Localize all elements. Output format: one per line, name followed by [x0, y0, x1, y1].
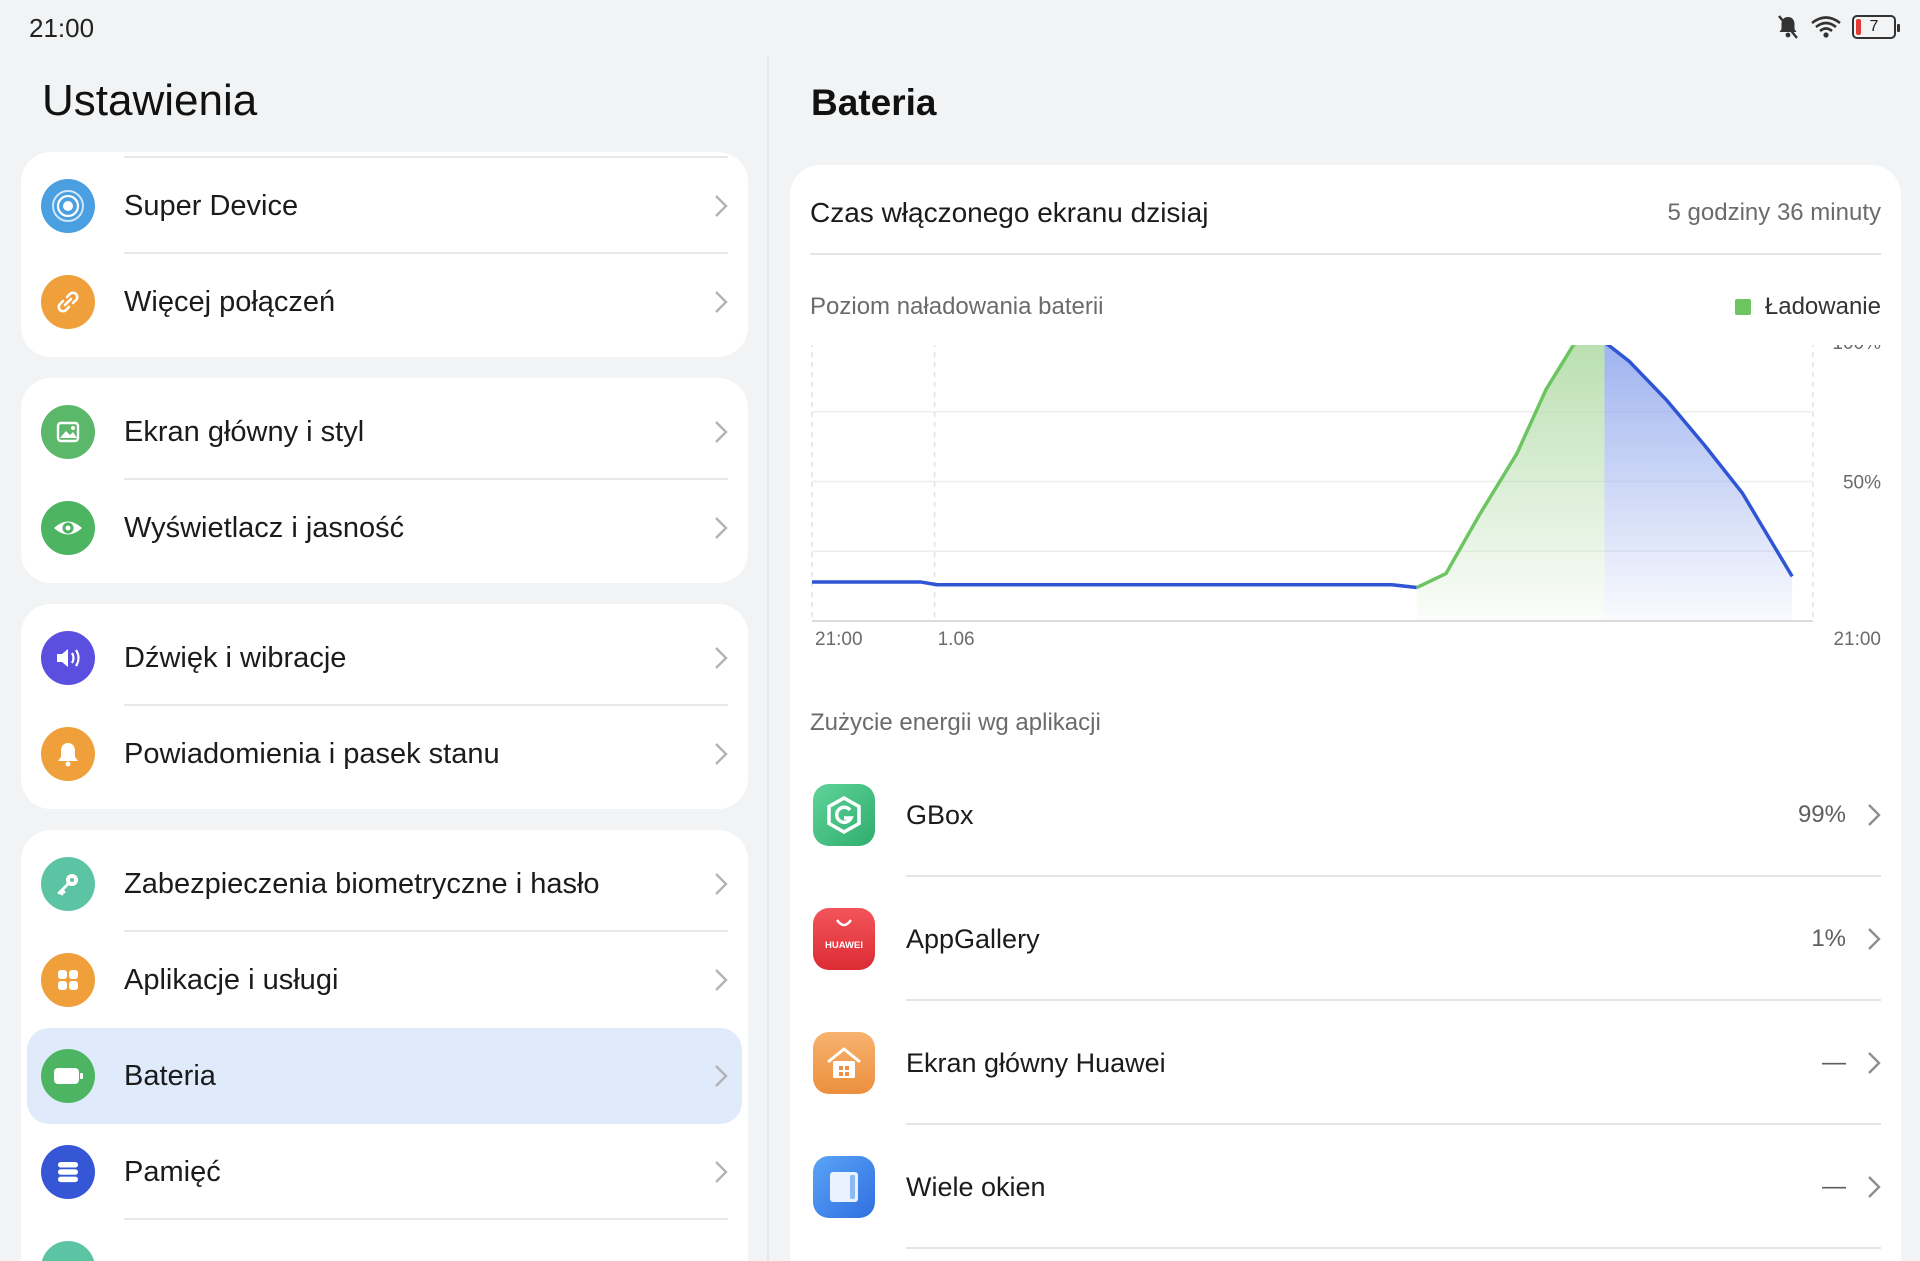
usage-section-title: Zużycie energii wg aplikacji — [810, 709, 1101, 736]
sidebar-item-label: Bateria — [124, 1060, 216, 1092]
battery-level-chart: 100% 50% 21:00 1.06 21:00 — [811, 345, 1881, 650]
chevron-right-icon — [1867, 927, 1881, 956]
eye-icon — [41, 501, 95, 555]
chevron-right-icon — [714, 1064, 728, 1093]
speaker-icon — [41, 631, 95, 685]
chevron-right-icon — [714, 290, 728, 319]
screen-time-value: 5 godziny 36 minuty — [1667, 199, 1881, 226]
app-row-huawei-home[interactable]: Ekran główny Huawei — — [790, 1001, 1901, 1125]
page-title: Bateria — [811, 82, 937, 123]
app-row-appgallery[interactable]: HUAWEI AppGallery 1% — [790, 877, 1901, 1001]
settings-group-connectivity: Super Device Więcej połączeń — [21, 152, 748, 357]
sidebar-item-display-brightness[interactable]: Wyświetlacz i jasność — [21, 480, 748, 576]
chevron-right-icon — [1867, 1051, 1881, 1080]
app-row-gbox[interactable]: GBox 99% — [790, 753, 1901, 877]
chevron-right-icon — [714, 742, 728, 771]
sidebar-item-label: Aplikacje i usługi — [124, 964, 339, 996]
screen-time-label: Czas włączonego ekranu dzisiaj — [810, 197, 1209, 228]
status-icons: 7 — [1776, 14, 1900, 40]
x-tick-label: 1.06 — [938, 629, 975, 650]
battery-card: Czas włączonego ekranu dzisiaj 5 godziny… — [790, 165, 1901, 1261]
app-row-multi-window[interactable]: Wiele okien — — [790, 1125, 1901, 1249]
chevron-right-icon — [714, 872, 728, 901]
chevron-right-icon — [714, 968, 728, 997]
app-usage-value: — — [1822, 1173, 1846, 1200]
wifi-icon — [1810, 15, 1842, 39]
sidebar-item-apps-services[interactable]: Aplikacje i usługi — [21, 932, 748, 1028]
gbox-icon — [813, 784, 875, 846]
charging-area — [1416, 345, 1605, 621]
sidebar-item-label: Powiadomienia i pasek stanu — [124, 738, 500, 770]
key-icon — [41, 857, 95, 911]
svg-text:HUAWEI: HUAWEI — [825, 940, 863, 951]
status-bar: 21:00 7 — [0, 0, 1920, 56]
sidebar-item-label: Ekran główny i styl — [124, 416, 365, 448]
sidebar-item-home-screen[interactable]: Ekran główny i styl — [21, 384, 748, 480]
pane-divider — [767, 56, 769, 1261]
app-name: AppGallery — [906, 924, 1040, 954]
legend-label: Ładowanie — [1764, 293, 1881, 320]
sidebar-item-label: Dźwięk i wibracje — [124, 642, 347, 674]
super-device-icon — [41, 179, 95, 233]
app-usage-value: — — [1822, 1049, 1846, 1076]
sidebar-item-label: Więcej połączeń — [124, 286, 336, 318]
app-name: Ekran główny Huawei — [906, 1048, 1166, 1078]
sidebar-item-label: Pamięć — [124, 1156, 221, 1188]
huawei-home-icon — [813, 1032, 875, 1094]
discharge-area — [1604, 345, 1793, 621]
app-name: GBox — [906, 800, 974, 830]
multi-window-icon — [813, 1156, 875, 1218]
divider — [810, 253, 1881, 255]
storage-icon — [41, 1145, 95, 1199]
legend-swatch-charging — [1734, 299, 1751, 315]
wallpaper-icon — [41, 405, 95, 459]
sidebar-item-biometrics[interactable]: Zabezpieczenia biometryczne i hasło — [21, 836, 748, 932]
y-tick-label: 50% — [1843, 473, 1881, 494]
chevron-right-icon — [714, 194, 728, 223]
status-time: 21:00 — [29, 13, 95, 43]
x-tick-label: 21:00 — [815, 629, 863, 650]
apps-grid-icon — [41, 953, 95, 1007]
app-usage-value: 99% — [1797, 801, 1846, 828]
sidebar-item-label: Wyświetlacz i jasność — [124, 512, 405, 544]
battery-icon — [41, 1049, 95, 1103]
chart-legend: Ładowanie — [1734, 293, 1881, 321]
settings-title: Ustawienia — [42, 76, 258, 125]
chevron-right-icon — [714, 1160, 728, 1189]
chevron-right-icon — [1867, 1175, 1881, 1204]
chevron-right-icon — [714, 420, 728, 449]
x-tick-label: 21:00 — [1833, 629, 1881, 650]
sidebar-item-partial[interactable] — [21, 1220, 748, 1261]
settings-group-system: Zabezpieczenia biometryczne i hasło Apli… — [21, 830, 748, 1261]
sidebar-item-sound-vibration[interactable]: Dźwięk i wibracje — [21, 610, 748, 706]
appgallery-icon: HUAWEI — [813, 908, 875, 970]
settings-group-display: Ekran główny i styl Wyświetlacz i jasnoś… — [21, 378, 748, 583]
settings-group-sound: Dźwięk i wibracje Powiadomienia i pasek … — [21, 604, 748, 809]
sidebar-item-battery[interactable]: Bateria — [21, 1028, 748, 1124]
shield-icon — [41, 1241, 95, 1261]
battery-level: 7 — [1869, 18, 1879, 35]
sidebar-item-storage[interactable]: Pamięć — [21, 1124, 748, 1220]
bell-muted-icon — [1776, 14, 1800, 40]
y-tick-label: 100% — [1832, 345, 1881, 354]
chart-title: Poziom naładowania baterii — [810, 293, 1104, 320]
sidebar-item-label: Super Device — [124, 190, 299, 222]
battery-line-baseline — [812, 580, 1417, 590]
battery-status-icon: 7 — [1852, 15, 1900, 39]
sidebar-item-more-connections[interactable]: Więcej połączeń — [21, 254, 748, 350]
app-name: Wiele okien — [906, 1172, 1046, 1202]
chevron-right-icon — [714, 646, 728, 675]
app-usage-value: 1% — [1811, 925, 1846, 952]
chevron-right-icon — [714, 516, 728, 545]
chevron-right-icon — [1867, 803, 1881, 832]
sidebar-item-super-device[interactable]: Super Device — [21, 158, 748, 254]
sidebar-item-notifications[interactable]: Powiadomienia i pasek stanu — [21, 706, 748, 802]
link-icon — [41, 275, 95, 329]
bell-icon — [41, 727, 95, 781]
sidebar-item-label: Zabezpieczenia biometryczne i hasło — [124, 868, 600, 900]
